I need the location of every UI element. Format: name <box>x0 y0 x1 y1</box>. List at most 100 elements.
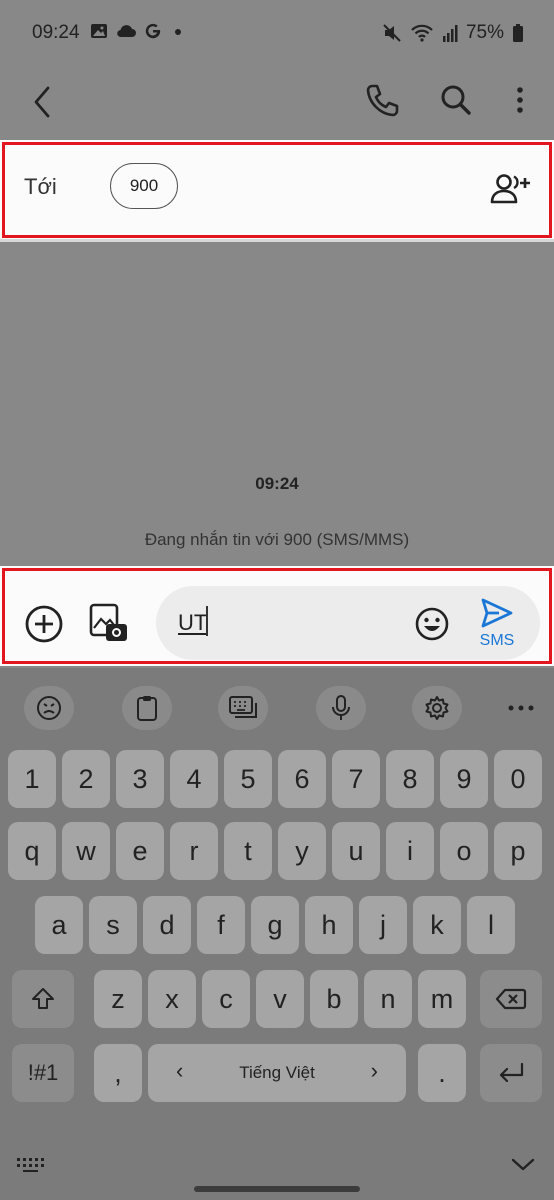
emoji-icon <box>415 607 449 641</box>
status-bar: 09:24 75% <box>0 0 554 66</box>
key-3[interactable]: 3 <box>116 750 164 808</box>
search-icon <box>441 85 471 115</box>
key-6[interactable]: 6 <box>278 750 326 808</box>
key-y[interactable]: y <box>278 822 326 880</box>
space-label: Tiếng Việt <box>239 1063 315 1082</box>
key-d[interactable]: d <box>143 896 191 954</box>
gallery-icon <box>91 24 107 38</box>
more-horiz-icon <box>508 705 534 711</box>
key-0[interactable]: 0 <box>494 750 542 808</box>
emoji-face-icon <box>37 696 61 720</box>
recipient-bar: Tới 900 <box>0 140 554 242</box>
emoji-button[interactable] <box>414 606 450 642</box>
key-f[interactable]: f <box>197 896 245 954</box>
key-q[interactable]: q <box>8 822 56 880</box>
attach-button[interactable] <box>24 604 64 644</box>
keyboard-icon <box>229 696 257 718</box>
app-bar <box>0 66 554 138</box>
key-o[interactable]: o <box>440 822 488 880</box>
emoji-face-button[interactable] <box>24 686 74 730</box>
gallery-camera-button[interactable] <box>88 602 130 644</box>
key-9[interactable]: 9 <box>440 750 488 808</box>
send-label: SMS <box>479 632 515 649</box>
home-indicator[interactable] <box>194 1186 360 1192</box>
clipboard-button[interactable] <box>122 686 172 730</box>
key-k[interactable]: k <box>413 896 461 954</box>
voice-input-button[interactable] <box>316 686 366 730</box>
key-n[interactable]: n <box>364 970 412 1028</box>
key-v[interactable]: v <box>256 970 304 1028</box>
status-right: 75% <box>382 22 524 44</box>
comma-key[interactable]: , <box>94 1044 142 1102</box>
conversation-timestamp: 09:24 <box>255 474 299 493</box>
hide-keyboard-button[interactable] <box>508 1152 538 1176</box>
status-left-icons <box>90 22 186 40</box>
key-m[interactable]: m <box>418 970 466 1028</box>
mic-icon <box>332 695 350 720</box>
key-1[interactable]: 1 <box>8 750 56 808</box>
key-a[interactable]: a <box>35 896 83 954</box>
space-right-arrow: › <box>370 1058 378 1083</box>
recipient-chip[interactable]: 900 <box>110 163 178 209</box>
shift-key[interactable] <box>12 970 74 1028</box>
key-b[interactable]: b <box>310 970 358 1028</box>
key-z[interactable]: z <box>94 970 142 1028</box>
mute-icon <box>383 24 401 42</box>
key-u[interactable]: u <box>332 822 380 880</box>
call-button[interactable] <box>362 80 402 120</box>
more-options-button[interactable] <box>506 80 534 120</box>
key-t[interactable]: t <box>224 822 272 880</box>
more-vert-icon <box>517 87 523 113</box>
status-time: 09:24 <box>32 22 80 43</box>
message-input[interactable]: UT SMS <box>156 586 540 660</box>
key-x[interactable]: x <box>148 970 196 1028</box>
key-4[interactable]: 4 <box>170 750 218 808</box>
key-j[interactable]: j <box>359 896 407 954</box>
enter-icon <box>499 1062 524 1083</box>
battery-icon <box>513 24 523 42</box>
key-c[interactable]: c <box>202 970 250 1028</box>
key-7[interactable]: 7 <box>332 750 380 808</box>
more-tools-button[interactable] <box>504 692 538 722</box>
add-contact-button[interactable] <box>490 172 532 206</box>
key-8[interactable]: 8 <box>386 750 434 808</box>
backspace-key[interactable] <box>480 970 542 1028</box>
keyboard-switch-button[interactable] <box>14 1152 48 1176</box>
key-s[interactable]: s <box>89 896 137 954</box>
key-2[interactable]: 2 <box>62 750 110 808</box>
wifi-icon <box>411 24 433 42</box>
add-contact-icon <box>490 174 530 204</box>
back-button[interactable] <box>26 82 62 122</box>
period-key[interactable]: . <box>418 1044 466 1102</box>
keyboard-grid-icon <box>17 1158 44 1172</box>
keyboard-settings-button[interactable] <box>412 686 462 730</box>
key-w[interactable]: w <box>62 822 110 880</box>
text-caret <box>206 606 208 636</box>
key-5[interactable]: 5 <box>224 750 272 808</box>
keyboard: 1 2 3 4 5 6 7 8 9 0 q w e r t y u i o p … <box>0 668 554 1200</box>
key-h[interactable]: h <box>305 896 353 954</box>
keyboard-mode-button[interactable] <box>218 686 268 730</box>
key-g[interactable]: g <box>251 896 299 954</box>
conversation-hint: Đang nhắn tin với 900 (SMS/MMS) <box>144 530 410 549</box>
key-r[interactable]: r <box>170 822 218 880</box>
send-button[interactable]: SMS <box>470 594 524 654</box>
keyboard-toolbar <box>0 668 554 748</box>
key-l[interactable]: l <box>467 896 515 954</box>
space-key[interactable]: ‹ Tiếng Việt › <box>148 1044 406 1102</box>
key-e[interactable]: e <box>116 822 164 880</box>
symbols-key[interactable]: !#1 <box>12 1044 74 1102</box>
compose-bar: UT SMS <box>0 566 554 666</box>
send-icon <box>481 598 513 628</box>
phone-icon <box>366 84 399 117</box>
enter-key[interactable] <box>480 1044 542 1102</box>
settings-icon <box>425 696 449 720</box>
key-i[interactable]: i <box>386 822 434 880</box>
search-button[interactable] <box>436 80 476 120</box>
clipboard-icon <box>137 696 157 721</box>
key-p[interactable]: p <box>494 822 542 880</box>
add-circle-icon <box>25 605 63 643</box>
back-icon <box>34 86 50 118</box>
battery-percent: 75% <box>465 22 504 43</box>
backspace-icon <box>495 988 527 1010</box>
